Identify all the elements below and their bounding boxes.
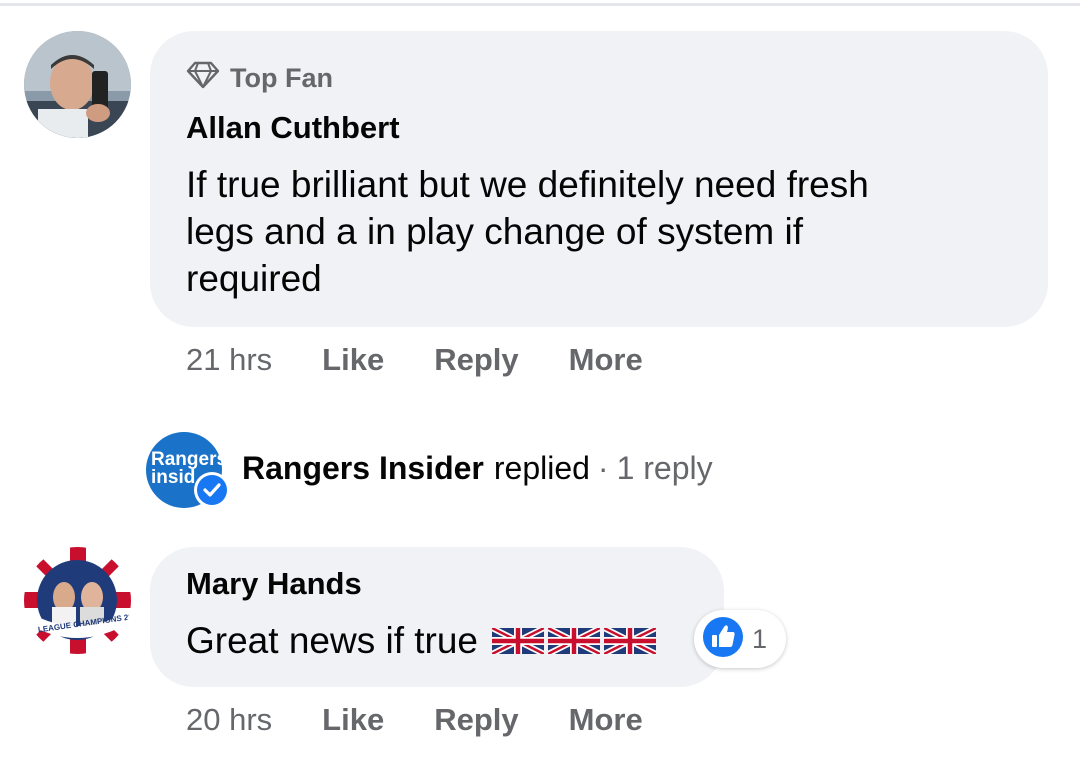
rangers-insider-logo[interactable]: Rangers insid (146, 432, 230, 508)
reply-verb: replied (493, 449, 590, 486)
like-button[interactable]: Like (322, 342, 384, 378)
union-jack-flag-icon (492, 627, 545, 654)
comment-author-mary[interactable]: Mary Hands (186, 566, 362, 602)
comment-text-mary: Great news if true (186, 617, 657, 664)
comment-actions-allan: 21 hrs Like Reply More (186, 340, 693, 380)
reply-count[interactable]: 1 reply (617, 450, 713, 487)
reaction-count: 1 (752, 623, 768, 654)
thumbs-up-icon (702, 616, 744, 663)
reply-button[interactable]: Reply (434, 702, 518, 738)
comment-author-allan[interactable]: Allan Cuthbert (186, 110, 400, 146)
comment-line-1: If true brilliant but we definitely need… (186, 164, 869, 205)
more-button[interactable]: More (569, 342, 643, 378)
comment-line-2: legs and a in play change of system if (186, 211, 804, 252)
union-jack-flag-icon (604, 627, 657, 654)
reply-page-name[interactable]: Rangers Insider (242, 450, 484, 487)
comment-actions-mary: 20 hrs Like Reply More (186, 700, 693, 740)
comment-line-3: required (186, 258, 322, 299)
top-divider (0, 3, 1080, 6)
avatar-allan[interactable] (24, 31, 131, 138)
union-jack-flag-icon (548, 627, 601, 654)
more-button[interactable]: More (569, 702, 643, 738)
reaction-summary[interactable]: 1 (694, 610, 786, 668)
svg-text:insid: insid (151, 467, 195, 488)
avatar-mary[interactable]: LEAGUE CHAMPIONS 20/21 (24, 547, 131, 654)
top-fan-label: Top Fan (230, 62, 333, 93)
top-fan-badge[interactable]: Top Fan (186, 58, 333, 98)
like-button[interactable]: Like (322, 702, 384, 738)
diamond-icon (186, 61, 220, 96)
verified-badge-icon (194, 472, 230, 508)
avatar-photo: LEAGUE CHAMPIONS 20/21 (24, 547, 131, 654)
avatar-photo (24, 31, 131, 138)
reply-separator: · (597, 449, 609, 486)
comment-text: Great news if true (186, 620, 479, 661)
comment-timestamp[interactable]: 21 hrs (186, 342, 272, 378)
reply-summary[interactable]: Rangers Insider replied · 1 reply (242, 446, 713, 490)
reply-button[interactable]: Reply (434, 342, 518, 378)
comment-timestamp[interactable]: 20 hrs (186, 702, 272, 738)
